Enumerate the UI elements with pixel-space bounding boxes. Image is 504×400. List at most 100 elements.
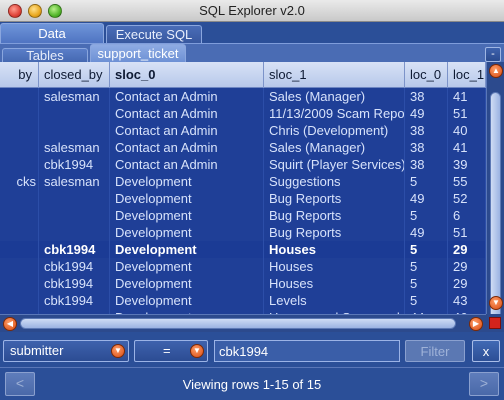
cell-sloc-0[interactable]: Development: [110, 275, 264, 292]
cell-by[interactable]: [0, 292, 39, 309]
corner-stop-icon[interactable]: [489, 317, 501, 329]
cell-loc-1[interactable]: 51: [448, 224, 486, 241]
tab-tables[interactable]: Tables: [2, 48, 88, 63]
filter-button[interactable]: Filter: [405, 340, 465, 362]
cell-by[interactable]: [0, 105, 39, 122]
clear-filter-button[interactable]: x: [472, 340, 500, 362]
cell-loc-0[interactable]: 49: [405, 190, 448, 207]
cell-loc-0[interactable]: 5: [405, 173, 448, 190]
table-row[interactable]: cbk1994 Development Houses 5 29: [0, 275, 486, 292]
table-row[interactable]: Development Bug Reports 49 51: [0, 224, 486, 241]
filter-field-select[interactable]: submitter ▼: [3, 340, 129, 362]
arrow-right-icon[interactable]: ▶: [469, 317, 483, 331]
cell-sloc-1[interactable]: Sales (Manager): [264, 88, 405, 105]
cell-closed-by[interactable]: cbk1994: [39, 241, 110, 258]
cell-sloc-1[interactable]: Bug Reports: [264, 190, 405, 207]
cell-loc-0[interactable]: 5: [405, 207, 448, 224]
cell-sloc-1[interactable]: 11/13/2009 Scam Report: [264, 105, 405, 122]
tab-support-ticket[interactable]: support_ticket: [90, 44, 186, 63]
cell-loc-1[interactable]: 55: [448, 173, 486, 190]
cell-closed-by[interactable]: cbk1994: [39, 275, 110, 292]
cell-sloc-0[interactable]: Contact an Admin: [110, 139, 264, 156]
cell-by[interactable]: [0, 258, 39, 275]
table-row[interactable]: cbk1994 Development Levels 5 43: [0, 292, 486, 309]
cell-sloc-1[interactable]: Levels: [264, 292, 405, 309]
cell-by[interactable]: [0, 224, 39, 241]
cell-closed-by[interactable]: salesman: [39, 88, 110, 105]
cell-sloc-0[interactable]: Contact an Admin: [110, 88, 264, 105]
cell-closed-by[interactable]: [39, 122, 110, 139]
table-row[interactable]: salesman Contact an Admin Sales (Manager) 3…: [0, 88, 486, 105]
cell-sloc-0[interactable]: Development: [110, 292, 264, 309]
arrow-up-icon[interactable]: ▲: [489, 64, 503, 78]
cell-loc-1[interactable]: 41: [448, 139, 486, 156]
cell-by[interactable]: cks: [0, 173, 39, 190]
filter-value-input[interactable]: [214, 340, 400, 362]
cell-closed-by[interactable]: [39, 105, 110, 122]
cell-sloc-0[interactable]: Development: [110, 173, 264, 190]
column-header-loc-0[interactable]: loc_0: [405, 62, 448, 88]
table-row[interactable]: salesman Contact an Admin Sales (Manager) 3…: [0, 139, 486, 156]
table-row[interactable]: Contact an Admin Chris (Development) 38 40: [0, 122, 486, 139]
cell-by[interactable]: [0, 139, 39, 156]
cell-loc-1[interactable]: 43: [448, 292, 486, 309]
cell-sloc-1[interactable]: Houses: [264, 258, 405, 275]
cell-sloc-0[interactable]: Contact an Admin: [110, 105, 264, 122]
arrow-left-icon[interactable]: ◀: [3, 317, 17, 331]
cell-loc-1[interactable]: 29: [448, 275, 486, 292]
cell-loc-0[interactable]: 38: [405, 122, 448, 139]
cell-closed-by[interactable]: [39, 224, 110, 241]
filter-operator-select[interactable]: = ▼: [134, 340, 208, 362]
cell-closed-by[interactable]: [39, 190, 110, 207]
tab-data[interactable]: Data: [0, 23, 104, 43]
table-row[interactable]: Contact an Admin 11/13/2009 Scam Report 49…: [0, 105, 486, 122]
cell-sloc-0[interactable]: Development: [110, 224, 264, 241]
cell-loc-1[interactable]: 39: [448, 156, 486, 173]
cell-loc-0[interactable]: 38: [405, 156, 448, 173]
column-header-sloc-0[interactable]: sloc_0: [110, 62, 264, 88]
cell-closed-by[interactable]: cbk1994: [39, 292, 110, 309]
cell-by[interactable]: [0, 241, 39, 258]
cell-loc-1[interactable]: 52: [448, 190, 486, 207]
arrow-down-icon[interactable]: ▼: [489, 296, 503, 310]
cell-closed-by[interactable]: cbk1994: [39, 258, 110, 275]
cell-loc-0[interactable]: 49: [405, 105, 448, 122]
cell-loc-0[interactable]: 5: [405, 258, 448, 275]
cell-sloc-0[interactable]: Contact an Admin: [110, 122, 264, 139]
column-header-sloc-1[interactable]: sloc_1: [264, 62, 405, 88]
cell-loc-1[interactable]: 41: [448, 88, 486, 105]
cell-loc-0[interactable]: 5: [405, 292, 448, 309]
cell-sloc-1[interactable]: Suggestions: [264, 173, 405, 190]
cell-closed-by[interactable]: [39, 207, 110, 224]
cell-closed-by[interactable]: salesman: [39, 173, 110, 190]
cell-sloc-0[interactable]: Contact an Admin: [110, 156, 264, 173]
cell-sloc-1[interactable]: Sales (Manager): [264, 139, 405, 156]
cell-sloc-1[interactable]: Bug Reports: [264, 207, 405, 224]
table-row[interactable]: Development Bug Reports 49 52: [0, 190, 486, 207]
cell-sloc-1[interactable]: Bug Reports: [264, 224, 405, 241]
table-row[interactable]: cbk1994 Development Houses 5 29: [0, 241, 486, 258]
cell-sloc-1[interactable]: Chris (Development): [264, 122, 405, 139]
table-row[interactable]: Development Bug Reports 5 6: [0, 207, 486, 224]
cell-closed-by[interactable]: salesman: [39, 139, 110, 156]
cell-loc-0[interactable]: 38: [405, 139, 448, 156]
cell-loc-1[interactable]: 6: [448, 207, 486, 224]
next-page-button[interactable]: >: [469, 372, 499, 396]
cell-loc-1[interactable]: 29: [448, 258, 486, 275]
table-row[interactable]: cks salesman Development Suggestions 5 55: [0, 173, 486, 190]
cell-by[interactable]: [0, 88, 39, 105]
table-row[interactable]: cbk1994 Contact an Admin Squirt (Player Se…: [0, 156, 486, 173]
column-header-by[interactable]: by: [0, 62, 39, 88]
tab-execute-sql[interactable]: Execute SQL: [106, 25, 202, 43]
cell-loc-0[interactable]: 5: [405, 241, 448, 258]
data-grid[interactable]: by closed_by sloc_0 sloc_1 loc_0 loc_1 salesm…: [0, 62, 486, 314]
cell-sloc-1[interactable]: Squirt (Player Services): [264, 156, 405, 173]
cell-by[interactable]: [0, 156, 39, 173]
cell-loc-0[interactable]: 49: [405, 224, 448, 241]
cell-loc-1[interactable]: 40: [448, 122, 486, 139]
horizontal-scroll-thumb[interactable]: [20, 318, 456, 329]
vertical-scroll-thumb[interactable]: [490, 92, 501, 330]
vertical-scrollbar[interactable]: ▲ ▼: [486, 62, 504, 330]
horizontal-scrollbar[interactable]: ◀ ▶: [0, 314, 486, 332]
cell-by[interactable]: [0, 190, 39, 207]
